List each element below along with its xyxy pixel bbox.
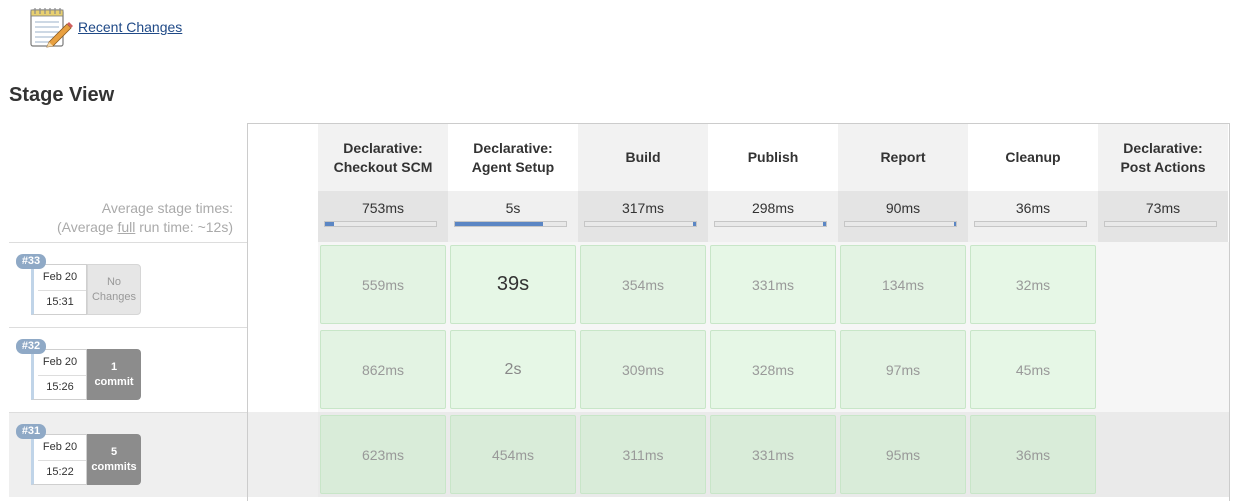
stage-cell[interactable]: 354ms (580, 245, 706, 324)
stage-cell[interactable]: 32ms (970, 245, 1096, 324)
stage-header-cleanup: Cleanup (968, 124, 1098, 191)
build-changes: No Changes (87, 264, 141, 315)
stage-average-declarative-checkout-scm: 753ms (318, 191, 448, 242)
stage-average-bar (714, 221, 827, 227)
stage-average-bar (324, 221, 437, 227)
stage-header-declarative-checkout-scm: Declarative: Checkout SCM (318, 124, 448, 191)
stage-header-report: Report (838, 124, 968, 191)
stage-view-title: Stage View (9, 84, 115, 106)
stage-average-time: 36ms (1015, 200, 1051, 216)
stage-average-bar (454, 221, 567, 227)
average-stage-times-label: Average stage times: (Average full run t… (56, 200, 233, 235)
stage-cell[interactable]: 328ms (710, 330, 836, 409)
stage-cell[interactable]: 623ms (320, 415, 446, 494)
row-gutter (248, 412, 318, 497)
stage-average-cleanup: 36ms (968, 191, 1098, 242)
stage-average-time: 317ms (621, 200, 665, 216)
notepad-icon (30, 8, 73, 48)
stage-average-bar-fill (822, 222, 826, 226)
stage-average-build: 317ms (578, 191, 708, 242)
stage-average-bar-fill (692, 222, 696, 226)
build-number-badge[interactable]: #33 (16, 254, 46, 269)
build-date-time: 15:31 (46, 296, 74, 308)
row-gutter (248, 242, 318, 327)
stage-header-build: Build (578, 124, 708, 191)
recent-changes-link[interactable]: Recent Changes (78, 19, 182, 35)
build-date-day: Feb 20 (42, 356, 78, 368)
stage-average-time: 298ms (751, 200, 795, 216)
stage-header-declarative-agent-setup: Declarative: Agent Setup (448, 124, 578, 191)
stage-cell[interactable]: 559ms (320, 245, 446, 324)
stage-average-time: 90ms (885, 200, 921, 216)
build-date: Feb 20 15:31 (31, 264, 87, 315)
stage-cell[interactable]: 309ms (580, 330, 706, 409)
stage-cell[interactable]: 134ms (840, 245, 966, 324)
stage-average-time: 73ms (1145, 200, 1181, 216)
row-divider (9, 242, 247, 243)
stage-average-declarative-post-actions: 73ms (1098, 191, 1228, 242)
stage-cell[interactable]: 331ms (710, 415, 836, 494)
date-divider (38, 375, 86, 376)
stage-cell[interactable]: 454ms (450, 415, 576, 494)
stage-cell[interactable]: 862ms (320, 330, 446, 409)
stage-cell[interactable]: 36ms (970, 415, 1096, 494)
stage-header-declarative-post-actions: Declarative: Post Actions (1098, 124, 1228, 191)
stage-average-bar (584, 221, 697, 227)
build-number-badge[interactable]: #31 (16, 424, 46, 439)
stage-cell[interactable]: 331ms (710, 245, 836, 324)
stage-cell[interactable]: 2s (450, 330, 576, 409)
stage-header-publish: Publish (708, 124, 838, 191)
row-divider (9, 412, 247, 413)
recent-changes: Recent Changes (27, 6, 182, 50)
stage-average-report: 90ms (838, 191, 968, 242)
stage-average-bar (1104, 221, 1217, 227)
build-date: Feb 20 15:26 (31, 349, 87, 400)
stage-cell[interactable]: 45ms (970, 330, 1096, 409)
stage-view: Average stage times: (Average full run t… (9, 123, 1230, 501)
row-gutter (248, 327, 318, 412)
stage-average-declarative-agent-setup: 5s (448, 191, 578, 242)
build-date-day: Feb 20 (42, 271, 78, 283)
stage-average-bar-fill (953, 222, 956, 226)
build-date: Feb 20 15:22 (31, 434, 87, 485)
build-date-time: 15:22 (46, 466, 74, 478)
stage-cell[interactable]: 95ms (840, 415, 966, 494)
row-divider (9, 327, 247, 328)
stage-average-time: 753ms (361, 200, 405, 216)
build-changes[interactable]: 5 commits (87, 434, 141, 485)
stage-average-time: 5s (505, 200, 521, 216)
stage-cell[interactable]: 97ms (840, 330, 966, 409)
stage-cell[interactable]: 39s (450, 245, 576, 324)
stage-average-bar-fill (455, 222, 543, 226)
build-date-day: Feb 20 (42, 441, 78, 453)
stage-average-publish: 298ms (708, 191, 838, 242)
build-changes[interactable]: 1 commit (87, 349, 141, 400)
build-number-badge[interactable]: #32 (16, 339, 46, 354)
stage-average-bar-fill (325, 222, 334, 226)
date-divider (38, 290, 86, 291)
stage-average-bar (974, 221, 1087, 227)
date-divider (38, 460, 86, 461)
stage-average-bar (844, 221, 957, 227)
stage-cell[interactable]: 311ms (580, 415, 706, 494)
build-date-time: 15:26 (46, 381, 74, 393)
